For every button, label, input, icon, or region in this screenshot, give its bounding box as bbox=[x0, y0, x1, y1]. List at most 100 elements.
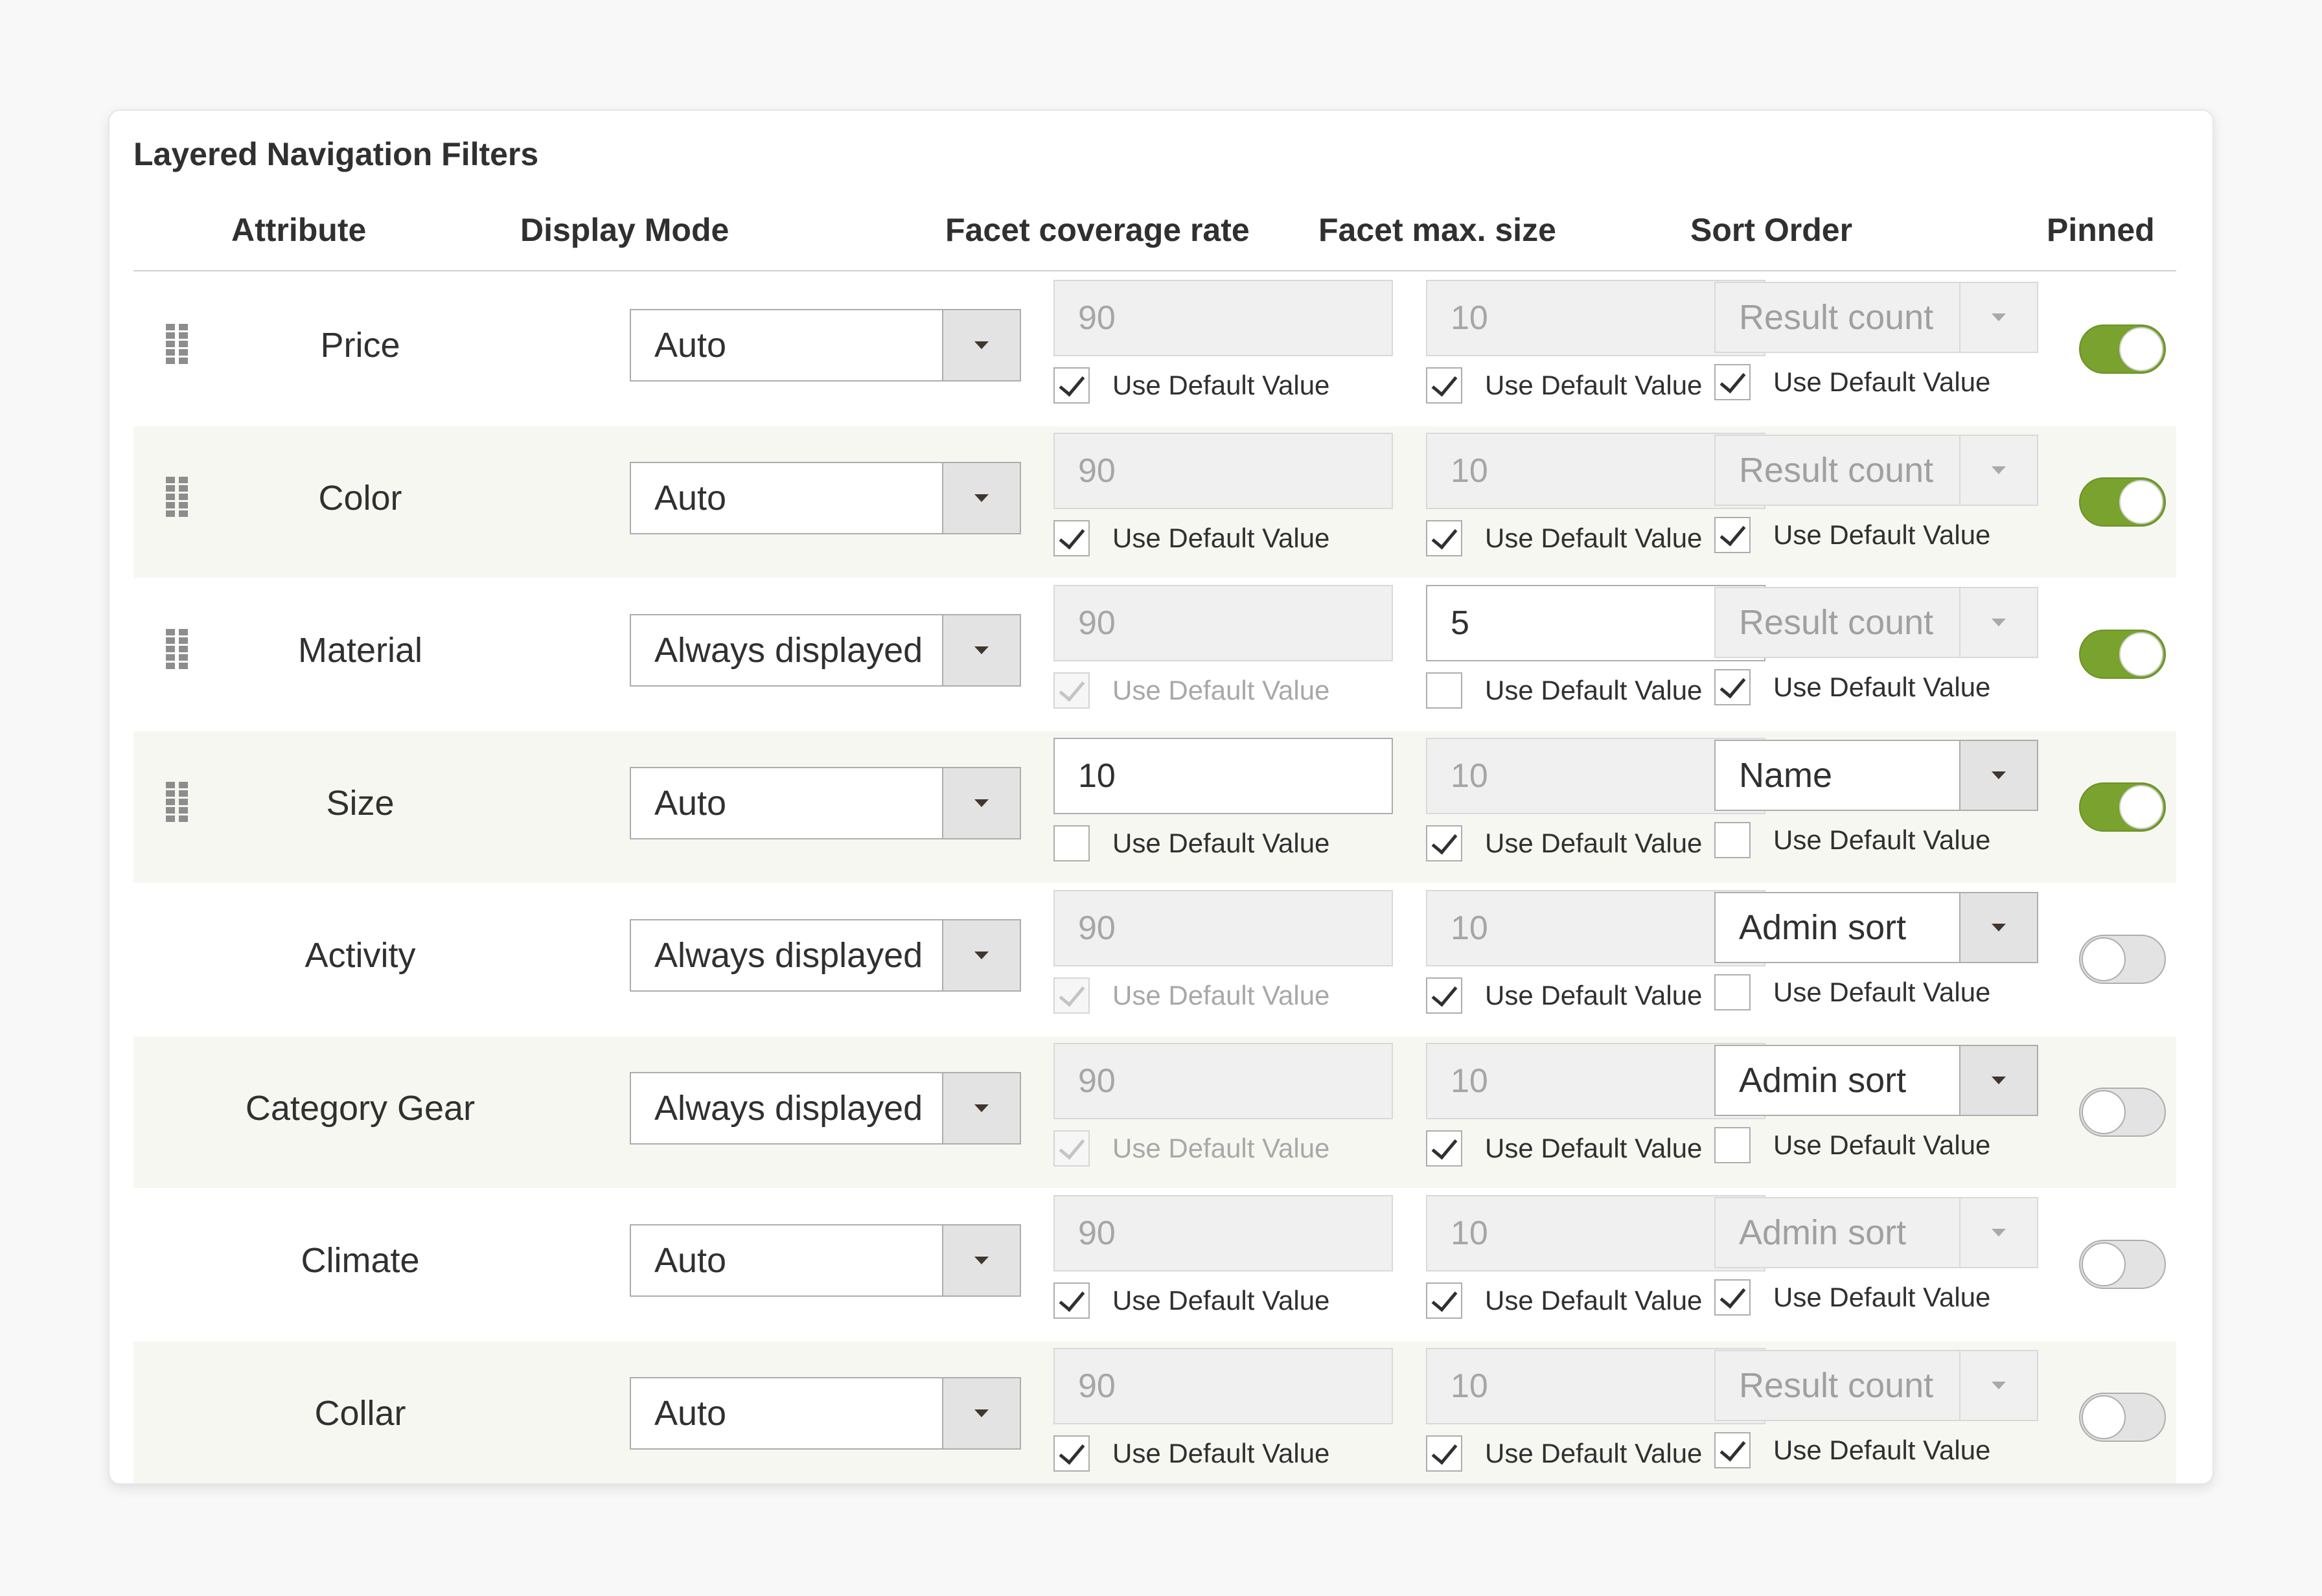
sort-order-value: Result count bbox=[1739, 603, 1934, 642]
sort-use-default-checkbox[interactable]: Use Default Value bbox=[1714, 1279, 1990, 1316]
coverage-use-default-checkbox[interactable]: Use Default Value bbox=[1053, 977, 1329, 1014]
checkbox-box[interactable] bbox=[1426, 1282, 1462, 1319]
dropdown-arrow-icon bbox=[1959, 283, 2037, 352]
display-mode-select[interactable]: Always displayed bbox=[630, 919, 1021, 992]
coverage-use-default-checkbox[interactable]: Use Default Value bbox=[1053, 825, 1329, 861]
dropdown-arrow-icon[interactable] bbox=[942, 310, 1020, 380]
checkbox-box[interactable] bbox=[1426, 825, 1462, 861]
checkbox-box[interactable] bbox=[1426, 1435, 1462, 1472]
checkbox-box[interactable] bbox=[1053, 519, 1090, 556]
use-default-label: Use Default Value bbox=[1773, 824, 1991, 855]
drag-handle-icon[interactable] bbox=[166, 476, 189, 518]
checkbox-box[interactable] bbox=[1714, 974, 1751, 1010]
dropdown-arrow-icon[interactable] bbox=[942, 1073, 1020, 1143]
facet-coverage-input[interactable]: 10 bbox=[1053, 737, 1393, 814]
display-mode-select[interactable]: Auto bbox=[630, 766, 1021, 839]
checkbox-box[interactable] bbox=[1426, 367, 1462, 404]
table-row: Activity Always displayed 90 Use Default… bbox=[133, 884, 2176, 1035]
pinned-toggle[interactable] bbox=[2079, 935, 2166, 984]
pinned-toggle[interactable] bbox=[2079, 325, 2166, 374]
checkbox-box[interactable] bbox=[1053, 672, 1090, 709]
drag-handle-icon[interactable] bbox=[166, 781, 189, 823]
max-size-use-default-checkbox[interactable]: Use Default Value bbox=[1426, 1130, 1702, 1167]
pinned-toggle[interactable] bbox=[2079, 782, 2166, 832]
coverage-use-default-checkbox[interactable]: Use Default Value bbox=[1053, 1282, 1329, 1319]
sort-order-select[interactable]: Admin sort bbox=[1714, 892, 2038, 963]
checkbox-box[interactable] bbox=[1053, 825, 1090, 861]
dropdown-arrow-icon[interactable] bbox=[942, 920, 1020, 990]
checkbox-box[interactable] bbox=[1714, 1431, 1751, 1468]
pinned-toggle[interactable] bbox=[2079, 1087, 2166, 1137]
sort-order-select: Result count bbox=[1714, 1349, 2038, 1421]
pinned-toggle[interactable] bbox=[2079, 477, 2166, 527]
coverage-use-default-checkbox[interactable]: Use Default Value bbox=[1053, 1130, 1329, 1167]
display-mode-select[interactable]: Always displayed bbox=[630, 1071, 1021, 1145]
display-mode-select[interactable]: Auto bbox=[630, 1376, 1021, 1450]
checkbox-box[interactable] bbox=[1714, 821, 1751, 858]
use-default-label: Use Default Value bbox=[1485, 980, 1703, 1010]
sort-use-default-checkbox[interactable]: Use Default Value bbox=[1714, 516, 1990, 553]
use-default-label: Use Default Value bbox=[1112, 827, 1330, 858]
dropdown-arrow-icon[interactable] bbox=[942, 462, 1020, 533]
checkbox-box[interactable] bbox=[1714, 1126, 1751, 1163]
checkbox-box[interactable] bbox=[1714, 516, 1751, 553]
display-mode-select[interactable]: Auto bbox=[630, 1224, 1021, 1297]
use-default-label: Use Default Value bbox=[1485, 370, 1703, 400]
checkbox-box[interactable] bbox=[1714, 364, 1751, 400]
checkbox-box[interactable] bbox=[1053, 1130, 1090, 1167]
drag-handle-icon[interactable] bbox=[166, 324, 189, 365]
max-size-use-default-checkbox[interactable]: Use Default Value bbox=[1426, 367, 1702, 404]
checkbox-box[interactable] bbox=[1426, 977, 1462, 1014]
checkbox-box[interactable] bbox=[1053, 977, 1090, 1014]
checkbox-box[interactable] bbox=[1053, 1282, 1090, 1319]
sort-order-select[interactable]: Admin sort bbox=[1714, 1044, 2038, 1116]
sort-order-select[interactable]: Name bbox=[1714, 739, 2038, 811]
max-size-use-default-checkbox[interactable]: Use Default Value bbox=[1426, 672, 1702, 709]
display-mode-value: Always displayed bbox=[654, 631, 923, 670]
use-default-label: Use Default Value bbox=[1485, 1132, 1703, 1163]
coverage-use-default-checkbox[interactable]: Use Default Value bbox=[1053, 672, 1329, 709]
coverage-use-default-checkbox[interactable]: Use Default Value bbox=[1053, 367, 1329, 404]
sort-use-default-checkbox[interactable]: Use Default Value bbox=[1714, 364, 1990, 400]
checkbox-box[interactable] bbox=[1426, 672, 1462, 709]
checkbox-box[interactable] bbox=[1426, 519, 1462, 556]
checkbox-box[interactable] bbox=[1426, 1130, 1462, 1167]
pinned-toggle[interactable] bbox=[2079, 1392, 2166, 1442]
display-mode-select[interactable]: Always displayed bbox=[630, 614, 1021, 687]
pinned-toggle[interactable] bbox=[2079, 1240, 2166, 1289]
sort-use-default-checkbox[interactable]: Use Default Value bbox=[1714, 1126, 1990, 1163]
max-size-use-default-checkbox[interactable]: Use Default Value bbox=[1426, 1282, 1702, 1319]
checkbox-box[interactable] bbox=[1053, 1435, 1090, 1472]
sort-use-default-checkbox[interactable]: Use Default Value bbox=[1714, 821, 1991, 858]
dropdown-arrow-icon[interactable] bbox=[942, 768, 1020, 838]
table-row: Color Auto 90 Use Default Value 10 Use D… bbox=[133, 426, 2176, 578]
checkbox-box[interactable] bbox=[1714, 669, 1751, 705]
sort-use-default-checkbox[interactable]: Use Default Value bbox=[1714, 974, 1990, 1010]
sort-use-default-checkbox[interactable]: Use Default Value bbox=[1714, 669, 1990, 705]
use-default-label: Use Default Value bbox=[1773, 672, 1991, 702]
max-size-use-default-checkbox[interactable]: Use Default Value bbox=[1426, 977, 1702, 1014]
dropdown-arrow-icon[interactable] bbox=[942, 1226, 1020, 1295]
dropdown-arrow-icon[interactable] bbox=[1959, 1045, 2037, 1115]
table-row: Price Auto 90 Use Default Value 10 Use D… bbox=[133, 273, 2176, 425]
use-default-label: Use Default Value bbox=[1112, 370, 1330, 400]
dropdown-arrow-icon[interactable] bbox=[1959, 893, 2037, 962]
max-size-use-default-checkbox[interactable]: Use Default Value bbox=[1426, 519, 1702, 556]
table-row: Size Auto 10 Use Default Value 10 Use De… bbox=[133, 731, 2176, 883]
checkbox-box[interactable] bbox=[1053, 367, 1090, 404]
dropdown-arrow-icon[interactable] bbox=[942, 1378, 1020, 1448]
max-size-use-default-checkbox[interactable]: Use Default Value bbox=[1426, 1435, 1702, 1472]
checkbox-box[interactable] bbox=[1714, 1279, 1751, 1316]
drag-handle-icon[interactable] bbox=[166, 629, 189, 670]
display-mode-select[interactable]: Auto bbox=[630, 461, 1021, 534]
sort-use-default-checkbox[interactable]: Use Default Value bbox=[1714, 1431, 1990, 1468]
table-row: Category Gear Always displayed 90 Use De… bbox=[133, 1036, 2176, 1188]
use-default-label: Use Default Value bbox=[1112, 1285, 1330, 1316]
display-mode-select[interactable]: Auto bbox=[630, 309, 1021, 382]
coverage-use-default-checkbox[interactable]: Use Default Value bbox=[1053, 1435, 1329, 1472]
max-size-use-default-checkbox[interactable]: Use Default Value bbox=[1426, 825, 1702, 861]
dropdown-arrow-icon[interactable] bbox=[942, 615, 1020, 685]
pinned-toggle[interactable] bbox=[2079, 630, 2166, 679]
dropdown-arrow-icon[interactable] bbox=[1959, 740, 2037, 810]
coverage-use-default-checkbox[interactable]: Use Default Value bbox=[1053, 519, 1329, 556]
